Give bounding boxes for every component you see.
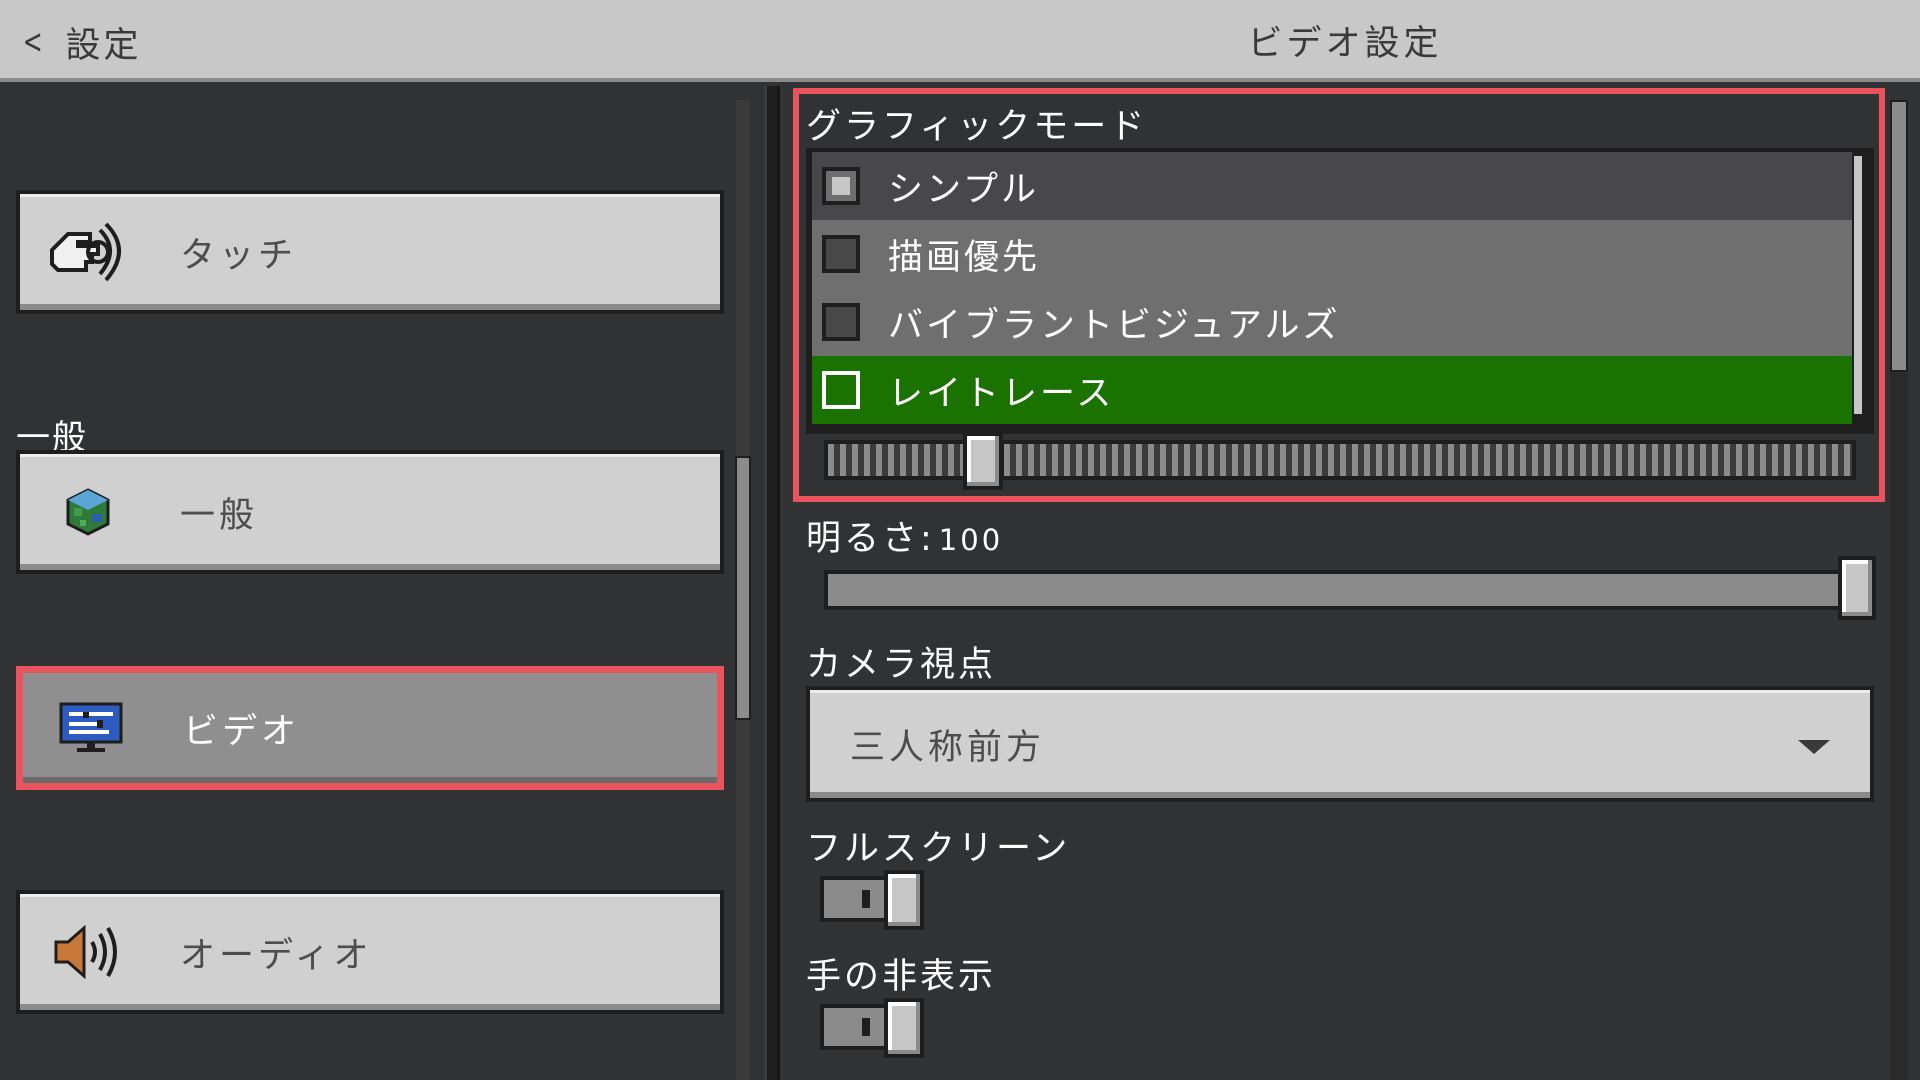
speaker-icon (48, 912, 128, 992)
fullscreen-toggle[interactable] (820, 870, 924, 930)
page-title: ビデオ設定 (1247, 24, 1443, 64)
chevron-left-icon: < (22, 22, 45, 62)
sidebar-item-general[interactable]: 一般 (16, 450, 724, 574)
sidebar-item-video[interactable]: ビデオ (16, 666, 724, 790)
toggle-notch (862, 890, 870, 908)
sidebar-item-label: 一般 (180, 495, 259, 536)
brightness-slider-fill (828, 574, 1864, 606)
sidebar-scrollbar-thumb[interactable] (735, 456, 751, 720)
sidebar-item-label: タッチ (180, 235, 298, 276)
fullscreen-label: フルスクリーン (806, 829, 1071, 869)
panel-divider (764, 86, 780, 1080)
back-button[interactable]: < 設定 (18, 12, 142, 72)
chevron-down-icon (1798, 740, 1830, 754)
monitor-icon (51, 688, 131, 768)
brightness-slider-thumb[interactable] (1838, 556, 1876, 620)
camera-perspective-dropdown[interactable]: 三人称前方 (806, 686, 1874, 802)
settings-scrollbar-thumb[interactable] (1890, 100, 1908, 372)
camera-perspective-label: カメラ視点 (806, 645, 997, 685)
toggle-knob (884, 998, 924, 1058)
sidebar-item-label: ビデオ (183, 711, 301, 752)
sidebar-item-touch[interactable]: タッチ (16, 190, 724, 314)
sidebar-item-audio[interactable]: オーディオ (16, 890, 724, 1014)
dropdown-value: 三人称前方 (850, 727, 1046, 768)
graphics-mode-highlight (793, 88, 1885, 502)
hide-hand-label: 手の非表示 (806, 957, 997, 997)
brightness-label: 明るさ: 100 (806, 510, 1003, 561)
toggle-notch (862, 1018, 870, 1036)
touch-hand-icon (48, 212, 128, 292)
brightness-label-text: 明るさ: (806, 519, 935, 559)
sidebar-item-label: オーディオ (180, 935, 373, 976)
toggle-knob (884, 870, 924, 930)
brightness-value: 100 (938, 523, 1004, 557)
hide-hand-toggle[interactable] (820, 998, 924, 1058)
top-bar (0, 0, 1920, 82)
globe-cube-icon (48, 472, 128, 552)
back-label: 設定 (65, 25, 142, 66)
brightness-slider[interactable] (824, 570, 1868, 610)
